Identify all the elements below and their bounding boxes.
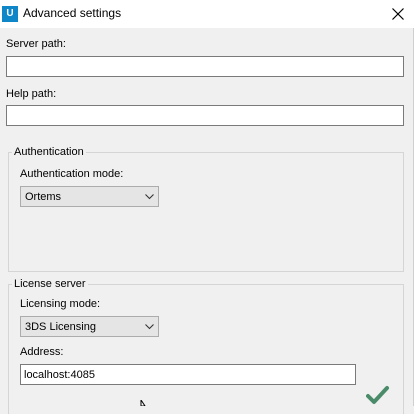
server-path-label: Server path:: [6, 38, 66, 50]
server-path-input[interactable]: [6, 56, 404, 77]
authentication-group-title: Authentication: [12, 146, 86, 158]
help-path-label: Help path:: [6, 88, 57, 100]
chevron-down-icon: [145, 194, 154, 200]
checkmark-icon[interactable]: [366, 384, 390, 406]
authentication-mode-value: Ortems: [25, 191, 62, 203]
help-path-input[interactable]: [6, 105, 404, 126]
licensing-mode-value: 3DS Licensing: [25, 321, 96, 333]
app-logo-icon: U: [2, 6, 18, 22]
title-bar: U Advanced settings: [0, 0, 414, 28]
close-button[interactable]: [386, 3, 410, 25]
authentication-mode-select[interactable]: Ortems: [20, 186, 159, 207]
mouse-cursor-icon: [140, 400, 146, 406]
licensing-mode-select[interactable]: 3DS Licensing: [20, 316, 159, 337]
address-label: Address:: [20, 346, 64, 358]
chevron-down-icon: [145, 324, 154, 330]
licensing-mode-label: Licensing mode:: [20, 298, 101, 310]
license-server-group-title: License server: [12, 278, 88, 290]
close-icon: [392, 8, 404, 20]
window-title: Advanced settings: [23, 6, 122, 20]
authentication-mode-label: Authentication mode:: [20, 168, 124, 180]
address-input[interactable]: [20, 364, 356, 385]
advanced-settings-dialog: U Advanced settings Server path: Help pa…: [0, 0, 414, 414]
